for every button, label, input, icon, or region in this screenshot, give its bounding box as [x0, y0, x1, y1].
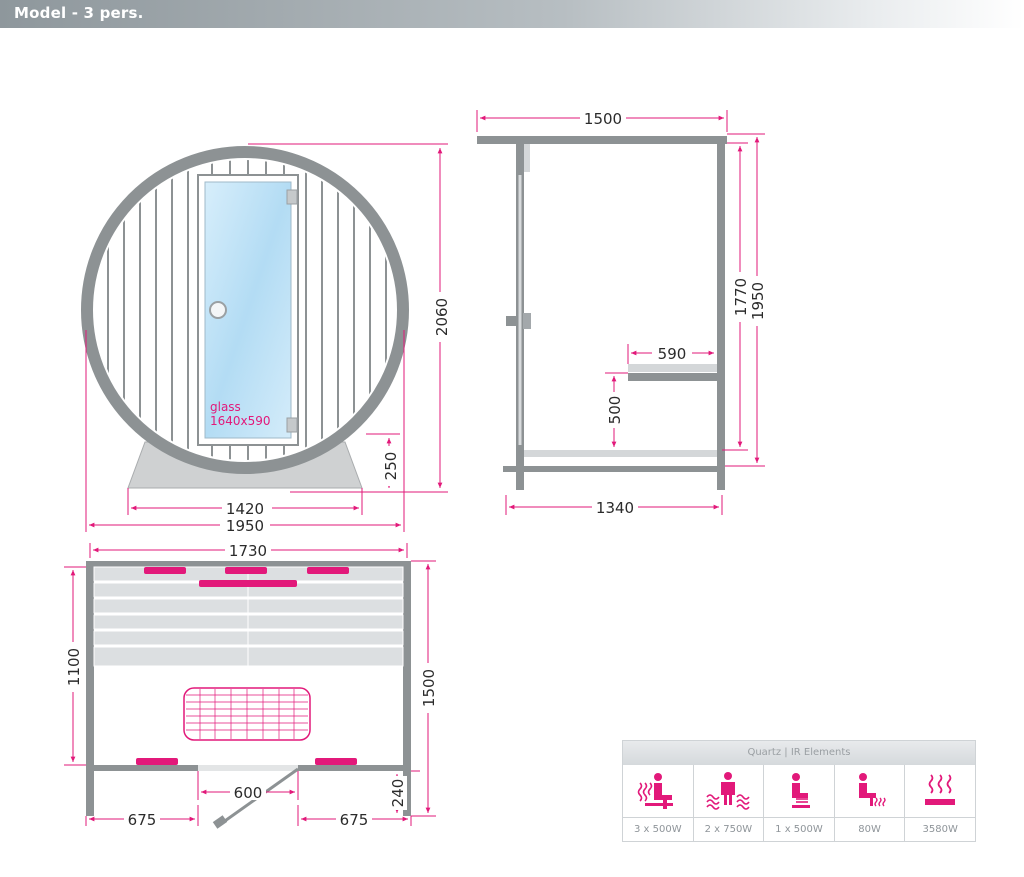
inner-height-dim: 1770 [732, 278, 750, 316]
door-hinge-top [286, 189, 298, 205]
legend-cell-5 [905, 765, 975, 817]
door-threshold [198, 765, 298, 771]
plan-length-dim: 1500 [420, 669, 438, 707]
base-height-dim: 250 [382, 452, 400, 481]
legend-title: Quartz | IR Elements [623, 741, 975, 765]
door-hinge-bottom [286, 417, 298, 433]
floor-board [524, 450, 717, 457]
legend-watt-5: 3580W [922, 824, 958, 835]
legend-cell-2 [694, 765, 765, 817]
heater-legend: Quartz | IR Elements 3 x 500W 2 x 750W 1… [622, 740, 976, 842]
side-handle-in [523, 313, 531, 329]
front-view: glass 1640x590 2060 250 1420 1950 [81, 143, 451, 535]
roof [477, 136, 727, 144]
legend-watt-2: 2 x 750W [694, 818, 765, 841]
bench-height-dim: 500 [606, 396, 624, 425]
bench-depth-dim: 590 [658, 345, 687, 363]
base-width-dim: 1420 [226, 500, 264, 518]
side-left-dim: 675 [128, 811, 157, 829]
plan-front-wall-left [94, 765, 198, 771]
plan-front-wall-right [298, 765, 403, 771]
bench-back [628, 364, 717, 372]
wall-offset-dim: 240 [389, 779, 407, 808]
side-view: 1500 1770 1950 590 500 1340 [476, 110, 767, 517]
back-wall [717, 144, 725, 490]
door-handle [209, 301, 227, 319]
plan-width-dim: 1730 [229, 542, 267, 560]
side-handle-out [506, 316, 518, 326]
seated-front-heater-icon [791, 773, 810, 808]
front-height-dim: 2060 [433, 298, 451, 336]
door-top-block [524, 144, 530, 172]
side-right-dim: 675 [340, 811, 369, 829]
legend-cell-4 [835, 765, 906, 817]
legend-watt-3: 1 x 500W [764, 818, 835, 841]
floor-length-dim: 1340 [596, 499, 634, 517]
front-width-dim: 1950 [226, 517, 264, 535]
plan-back-wall [94, 561, 403, 567]
floor-beam [503, 466, 725, 472]
legend-watt-4: 80W [835, 818, 906, 841]
glass-label: glass [210, 400, 241, 414]
side-top-width-dim: 1500 [584, 110, 622, 128]
standing-person-heaters-icon [706, 772, 751, 810]
seated-foot-heater-icon [858, 773, 886, 807]
door-width-dim: 600 [234, 784, 263, 802]
glass-size: 1640x590 [210, 414, 271, 428]
floor-grid-heater [183, 687, 311, 741]
bench-top [628, 373, 717, 381]
plan-left-wall [86, 561, 94, 816]
bench-length-dim: 1100 [65, 648, 83, 686]
legend-cell-1 [623, 765, 694, 817]
total-heat-icon [925, 774, 956, 805]
seated-back-heater-icon [637, 773, 673, 809]
plan-view: 1730 1100 1500 600 240 675 675 [64, 542, 438, 829]
legend-cell-3 [764, 765, 835, 817]
legend-watt-1: 3 x 500W [623, 818, 694, 841]
side-total-height-dim: 1950 [749, 282, 767, 320]
